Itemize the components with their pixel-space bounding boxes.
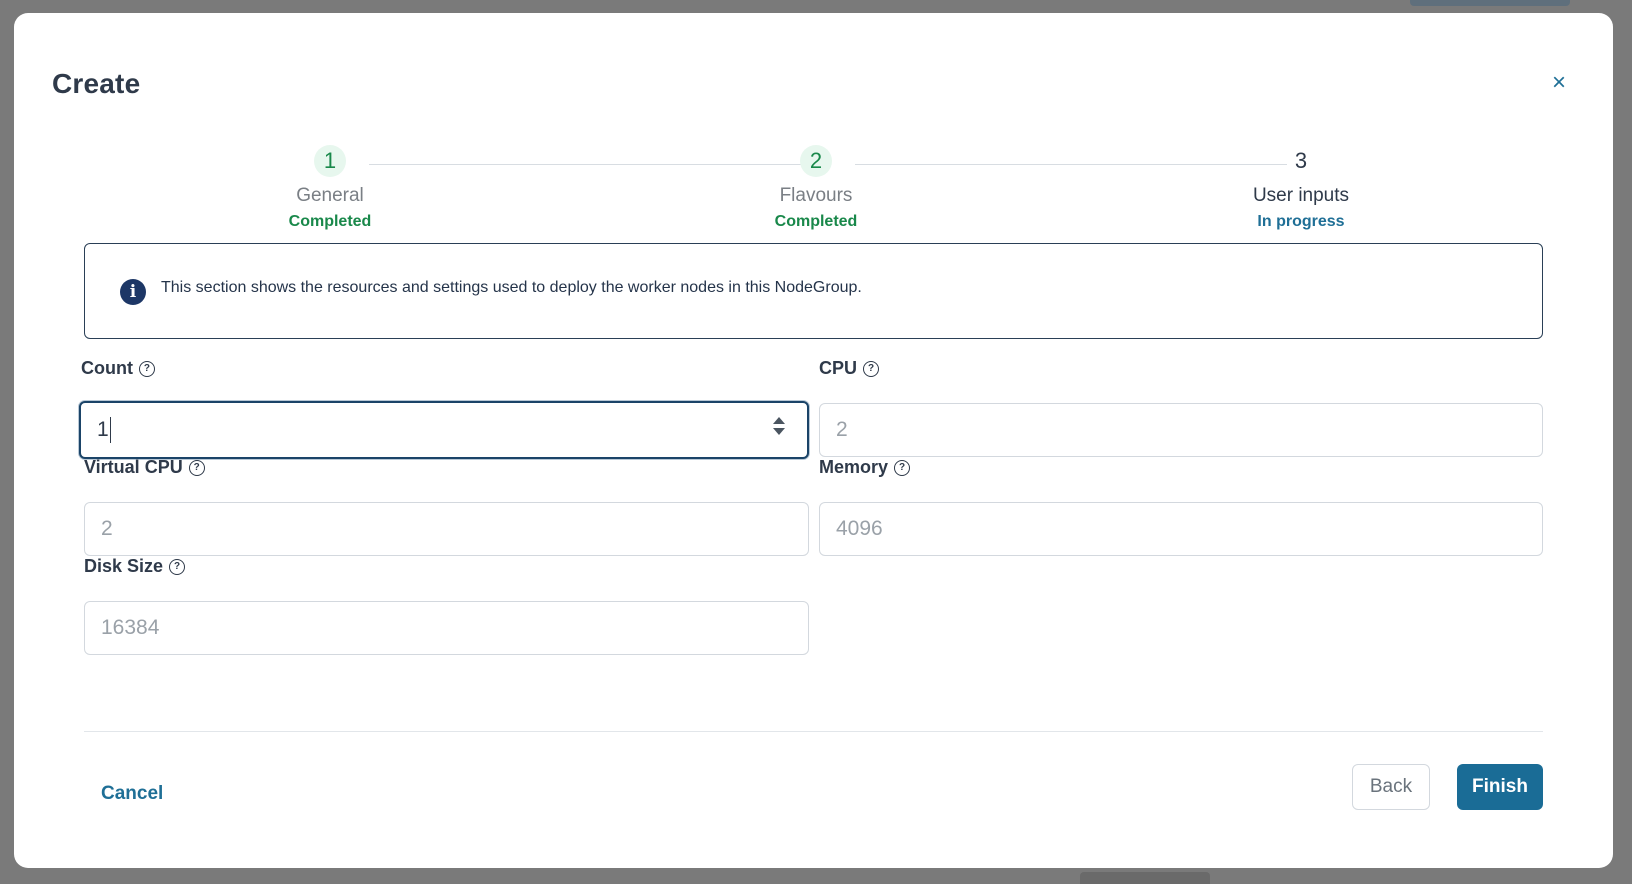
step-status: Completed — [288, 213, 372, 230]
count-label-text: Count — [81, 358, 133, 378]
step-general[interactable]: 1 General Completed — [220, 145, 440, 231]
step-label: General — [296, 185, 364, 206]
disk-size-label: Disk Size ? — [84, 556, 186, 577]
virtual-cpu-placeholder: 2 — [101, 517, 113, 540]
footer-divider — [84, 731, 1543, 732]
step-number: 3 — [1294, 148, 1308, 173]
help-icon[interactable]: ? — [169, 558, 186, 575]
disk-size-input[interactable]: 16384 — [84, 601, 809, 655]
step-number: 2 — [800, 145, 832, 177]
finish-button[interactable]: Finish — [1457, 764, 1543, 810]
help-icon[interactable]: ? — [138, 360, 155, 377]
step-number: 1 — [314, 145, 346, 177]
step-flavours[interactable]: 2 Flavours Completed — [706, 145, 926, 231]
close-icon[interactable]: × — [1544, 68, 1574, 98]
step-status: In progress — [1257, 213, 1345, 230]
count-label: Count ? — [81, 358, 155, 379]
virtual-cpu-label: Virtual CPU ? — [84, 457, 205, 478]
create-dialog: Create × 1 General Completed 2 Flavours … — [14, 13, 1613, 868]
memory-input[interactable]: 4096 — [819, 502, 1543, 556]
count-value: 1 — [97, 418, 109, 441]
decrement-icon[interactable] — [773, 428, 785, 435]
background-element — [1080, 872, 1210, 884]
cpu-label: CPU ? — [819, 358, 880, 379]
info-text: This section shows the resources and set… — [161, 279, 862, 296]
cancel-button[interactable]: Cancel — [101, 783, 163, 805]
help-icon[interactable]: ? — [894, 459, 911, 476]
dialog-title: Create — [52, 68, 141, 99]
step-status: Completed — [774, 213, 858, 230]
step-label: User inputs — [1252, 185, 1350, 206]
background-element — [1410, 0, 1570, 6]
memory-placeholder: 4096 — [836, 517, 883, 540]
cpu-placeholder: 2 — [836, 418, 848, 441]
back-button[interactable]: Back — [1352, 764, 1430, 810]
text-caret — [109, 417, 111, 443]
help-icon[interactable]: ? — [863, 360, 880, 377]
step-user-inputs[interactable]: 3 User inputs In progress — [1191, 145, 1411, 231]
step-label: Flavours — [779, 185, 853, 206]
virtual-cpu-label-text: Virtual CPU — [84, 457, 183, 477]
help-icon[interactable]: ? — [188, 459, 205, 476]
info-icon: i — [120, 279, 146, 305]
increment-icon[interactable] — [773, 417, 785, 424]
count-input[interactable]: 1 — [79, 401, 809, 459]
virtual-cpu-input[interactable]: 2 — [84, 502, 809, 556]
cpu-input[interactable]: 2 — [819, 403, 1543, 457]
number-stepper[interactable] — [773, 417, 785, 435]
cpu-label-text: CPU — [819, 358, 858, 378]
info-alert: i This section shows the resources and s… — [84, 243, 1543, 339]
memory-label-text: Memory — [819, 457, 889, 477]
disk-size-placeholder: 16384 — [101, 616, 160, 639]
disk-size-label-text: Disk Size — [84, 556, 164, 576]
memory-label: Memory ? — [819, 457, 911, 478]
